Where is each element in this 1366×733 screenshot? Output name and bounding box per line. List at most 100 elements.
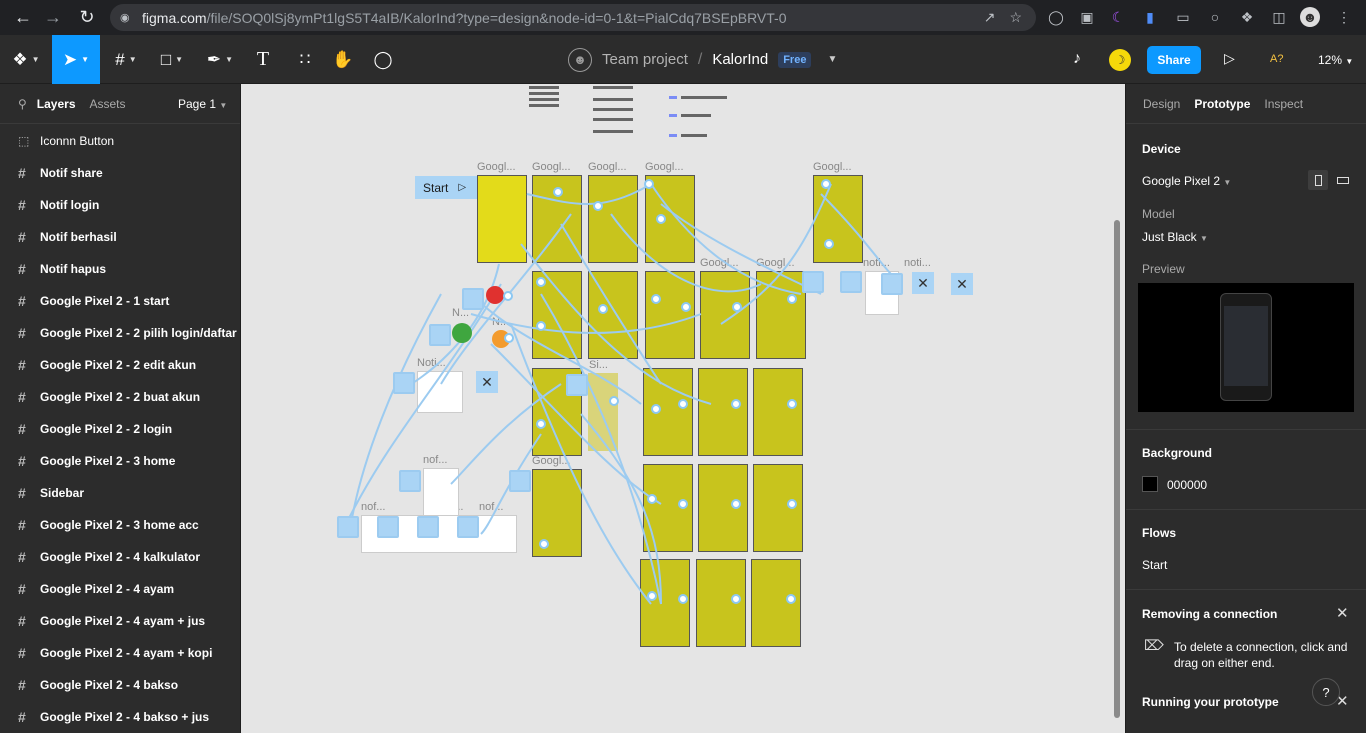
address-bar[interactable]: ◉ figma.com/file/SOQ0lSj8ymPt1lgS5T4aIB/… <box>110 4 1036 31</box>
tab-design[interactable]: Design <box>1143 97 1180 111</box>
close-overlay-icon[interactable]: ✕ <box>912 272 934 294</box>
connection-handle[interactable] <box>651 294 661 304</box>
search-icon[interactable]: ⚲ <box>18 97 27 111</box>
layer-item[interactable]: # Google Pixel 2 - 3 home acc <box>0 509 240 541</box>
back-icon[interactable]: ← <box>8 2 38 32</box>
background-swatch[interactable] <box>1142 476 1158 492</box>
layer-item[interactable]: # Google Pixel 2 - 2 pilih login/daftar <box>0 317 240 349</box>
close-icon[interactable]: ✕ <box>1336 604 1349 622</box>
connection-handle[interactable] <box>656 214 666 224</box>
flow-item[interactable]: Start <box>1142 558 1167 572</box>
file-name[interactable]: KalorInd <box>712 51 768 68</box>
connection-handle[interactable] <box>504 333 514 343</box>
connection-handle[interactable] <box>678 499 688 509</box>
extension-camera-icon[interactable]: ▣ <box>1077 7 1097 27</box>
share-button[interactable]: Share <box>1147 46 1201 74</box>
connection-node[interactable] <box>417 516 439 538</box>
bookmark-star-icon[interactable]: ☆ <box>1009 9 1022 26</box>
browser-menu-icon[interactable]: ⋮ <box>1334 7 1354 27</box>
extensions-puzzle-icon[interactable]: ❖ <box>1237 7 1257 27</box>
tab-layers[interactable]: Layers <box>37 97 76 111</box>
tab-inspect[interactable]: Inspect <box>1264 97 1303 111</box>
layer-item[interactable]: # Google Pixel 2 - 4 bakso <box>0 669 240 701</box>
connection-node[interactable] <box>509 470 531 492</box>
connection-handle[interactable] <box>651 404 661 414</box>
connection-node[interactable] <box>462 288 484 310</box>
main-menu-icon[interactable]: ❖ ▼ <box>6 35 46 84</box>
profile-avatar[interactable]: ☻ <box>1300 7 1320 27</box>
connection-handle[interactable] <box>731 594 741 604</box>
chevron-down-icon[interactable]: ▼ <box>827 54 837 65</box>
text-tool-icon[interactable]: T <box>248 35 278 84</box>
help-button[interactable]: ? <box>1312 678 1340 706</box>
resources-icon[interactable]: ∷ <box>290 35 320 84</box>
connection-node[interactable] <box>840 271 862 293</box>
connection-node[interactable] <box>399 470 421 492</box>
connection-node[interactable] <box>377 516 399 538</box>
layer-item[interactable]: # Google Pixel 2 - 4 bakso + jus <box>0 701 240 733</box>
team-name[interactable]: Team project <box>602 51 688 68</box>
hand-tool-icon[interactable]: ✋ <box>328 35 358 84</box>
close-overlay-icon[interactable]: ✕ <box>476 371 498 393</box>
background-hex-input[interactable]: 000000 <box>1167 478 1207 492</box>
connection-node[interactable] <box>337 516 359 538</box>
shape-tool-icon[interactable]: □ ▼ <box>152 35 192 84</box>
connection-handle[interactable] <box>647 591 657 601</box>
layer-item[interactable]: # Google Pixel 2 - 4 kalkulator <box>0 541 240 573</box>
connection-handle[interactable] <box>539 539 549 549</box>
comment-tool-icon[interactable]: ◯ <box>368 35 398 84</box>
layer-item[interactable]: # Google Pixel 2 - 3 home <box>0 445 240 477</box>
extension-moon-icon[interactable]: ☾ <box>1108 7 1128 27</box>
side-panel-icon[interactable]: ◫ <box>1269 7 1289 27</box>
connection-node[interactable] <box>393 372 415 394</box>
frame-tool-icon[interactable]: # ▼ <box>106 35 146 84</box>
page-selector[interactable]: Page 1 ▼ <box>178 97 227 111</box>
audio-headphones-icon[interactable]: ♪ <box>1073 50 1081 68</box>
present-play-icon[interactable]: ▷ <box>1224 50 1235 67</box>
forward-icon[interactable]: → <box>38 2 68 32</box>
connection-handle[interactable] <box>644 179 654 189</box>
layer-item[interactable]: # Google Pixel 2 - 2 edit akun <box>0 349 240 381</box>
layer-item[interactable]: # Notif login <box>0 189 240 221</box>
layer-item[interactable]: # Google Pixel 2 - 2 buat akun <box>0 381 240 413</box>
device-dropdown[interactable]: Google Pixel 2 ▼ <box>1142 174 1231 188</box>
connection-handle[interactable] <box>732 302 742 312</box>
connection-handle[interactable] <box>678 399 688 409</box>
user-avatar[interactable]: ☽ <box>1109 49 1131 71</box>
layer-item[interactable]: # Notif share <box>0 157 240 189</box>
reload-icon[interactable]: ↻ <box>72 2 102 32</box>
connection-node[interactable] <box>457 516 479 538</box>
pen-tool-icon[interactable]: ✒ ▼ <box>200 35 240 84</box>
layer-item[interactable]: # Sidebar <box>0 477 240 509</box>
site-info-icon[interactable]: ◉ <box>120 11 132 25</box>
extension-folder-icon[interactable]: ▭ <box>1173 7 1193 27</box>
connection-handle[interactable] <box>536 277 546 287</box>
share-page-icon[interactable]: ↗ <box>984 9 996 26</box>
connection-handle[interactable] <box>609 396 619 406</box>
zoom-dropdown[interactable]: 12% ▼ <box>1318 53 1353 67</box>
extension-doc-icon[interactable]: ▮ <box>1140 7 1160 27</box>
connection-handle[interactable] <box>536 419 546 429</box>
connection-handle[interactable] <box>821 179 831 189</box>
model-dropdown[interactable]: Just Black ▼ <box>1142 230 1208 244</box>
connection-handle[interactable] <box>787 499 797 509</box>
landscape-orientation-icon[interactable] <box>1333 170 1353 190</box>
layer-item[interactable]: # Google Pixel 2 - 2 login <box>0 413 240 445</box>
connection-handle[interactable] <box>593 201 603 211</box>
connection-handle[interactable] <box>681 302 691 312</box>
connection-handle[interactable] <box>824 239 834 249</box>
layer-item[interactable]: # Google Pixel 2 - 4 ayam + kopi <box>0 637 240 669</box>
connection-handle[interactable] <box>731 499 741 509</box>
close-overlay-icon[interactable]: ✕ <box>951 273 973 295</box>
connection-handle[interactable] <box>647 494 657 504</box>
canvas-vertical-scrollbar[interactable] <box>1114 220 1120 718</box>
accessibility-label[interactable]: A? <box>1270 53 1283 65</box>
connection-handle[interactable] <box>678 594 688 604</box>
connection-node[interactable] <box>429 324 451 346</box>
connection-handle[interactable] <box>536 321 546 331</box>
move-tool-icon[interactable]: ➤ ▼ <box>52 35 100 84</box>
connection-handle[interactable] <box>503 291 513 301</box>
connection-handle[interactable] <box>786 594 796 604</box>
connection-handle[interactable] <box>553 187 563 197</box>
layer-item[interactable]: # Google Pixel 2 - 4 ayam <box>0 573 240 605</box>
